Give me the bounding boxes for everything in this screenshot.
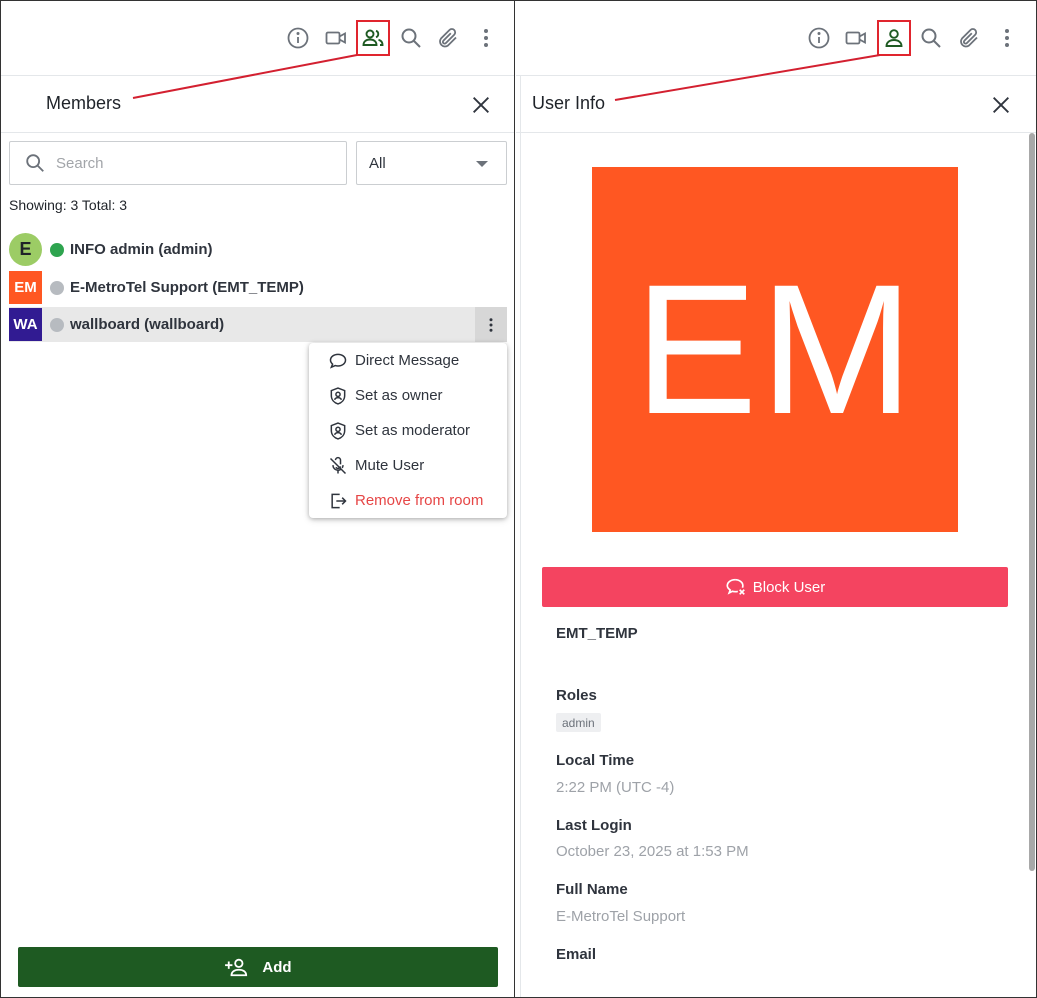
scrollbar-thumb[interactable]	[1029, 133, 1035, 871]
search-icon[interactable]	[914, 20, 948, 56]
room-toolbar	[516, 1, 1036, 76]
info-icon[interactable]	[281, 20, 315, 56]
status-filter-select[interactable]: All	[356, 141, 507, 185]
local-time-value: 2:22 PM (UTC -4)	[556, 779, 675, 796]
user-icon[interactable]	[877, 20, 911, 56]
avatar: E	[9, 233, 42, 266]
menu-item-direct-message[interactable]: Direct Message	[309, 343, 507, 378]
chevron-down-icon	[476, 161, 488, 167]
last-login-value: October 23, 2025 at 1:53 PM	[556, 843, 749, 860]
search-icon	[26, 154, 44, 172]
roles-label: Roles	[556, 687, 597, 704]
member-row[interactable]: EM E-MetroTel Support (EMT_TEMP)	[9, 270, 507, 305]
local-time-label: Local Time	[556, 752, 635, 769]
search-input[interactable]	[56, 154, 336, 172]
menu-item-set-owner[interactable]: Set as owner	[309, 378, 507, 413]
close-icon[interactable]	[467, 91, 495, 119]
members-icon[interactable]	[356, 20, 390, 56]
avatar: WA	[9, 308, 42, 341]
mic-off-icon	[329, 456, 347, 474]
member-name: INFO admin (admin)	[70, 241, 213, 258]
status-online-icon	[50, 242, 64, 257]
video-icon[interactable]	[319, 20, 353, 56]
search-field[interactable]	[9, 141, 347, 185]
role-badge: admin	[556, 713, 601, 732]
shield-user-icon	[330, 421, 346, 440]
block-user-button[interactable]: Block User	[542, 567, 1008, 607]
search-icon[interactable]	[394, 20, 428, 56]
members-header: Members	[1, 77, 514, 133]
status-offline-icon	[50, 317, 64, 332]
full-name-label: Full Name	[556, 881, 628, 898]
info-icon[interactable]	[802, 20, 836, 56]
close-icon[interactable]	[987, 91, 1015, 119]
attachment-icon[interactable]	[431, 20, 465, 56]
user-avatar: EM	[592, 167, 958, 532]
scrollbar[interactable]	[1028, 133, 1036, 963]
member-name: E-MetroTel Support (EMT_TEMP)	[70, 279, 304, 296]
member-row[interactable]: WA wallboard (wallboard)	[9, 307, 507, 342]
member-name: wallboard (wallboard)	[70, 316, 225, 333]
kebab-icon[interactable]	[469, 20, 503, 56]
member-row[interactable]: E INFO admin (admin)	[9, 232, 507, 267]
block-chat-icon	[726, 578, 745, 595]
menu-item-remove-from-room[interactable]: Remove from room	[309, 483, 507, 518]
kebab-icon[interactable]	[990, 20, 1024, 56]
member-actions-menu: Direct Message Set as owner Set as moder…	[309, 343, 507, 518]
user-info-title: User Info	[532, 93, 606, 113]
member-count: Showing: 3 Total: 3	[9, 197, 128, 213]
video-icon[interactable]	[839, 20, 873, 56]
last-login-label: Last Login	[556, 817, 632, 834]
username: EMT_TEMP	[556, 625, 638, 642]
panel-divider	[516, 76, 521, 997]
room-toolbar	[1, 1, 514, 76]
members-pane: Members All Showing: 3 Total: 3 E INFO a…	[1, 1, 515, 997]
add-user-icon	[225, 958, 248, 977]
attachment-icon[interactable]	[952, 20, 986, 56]
full-name-value: E-MetroTel Support	[556, 908, 686, 925]
user-info-header: User Info	[516, 77, 1036, 133]
avatar: EM	[9, 271, 42, 304]
members-title: Members	[46, 93, 122, 113]
add-member-button[interactable]: Add	[18, 947, 498, 987]
menu-item-set-moderator[interactable]: Set as moderator	[309, 413, 507, 448]
status-offline-icon	[50, 280, 64, 295]
filter-value: All	[369, 154, 386, 172]
email-label: Email	[556, 946, 597, 963]
shield-user-icon	[330, 386, 346, 405]
menu-item-mute-user[interactable]: Mute User	[309, 448, 507, 483]
member-kebab-icon[interactable]	[475, 307, 507, 342]
sign-out-icon	[331, 493, 347, 508]
user-info-pane: User Info EM Block User EMT_TEMP Roles a…	[516, 1, 1036, 997]
chat-bubble-icon	[329, 353, 347, 369]
